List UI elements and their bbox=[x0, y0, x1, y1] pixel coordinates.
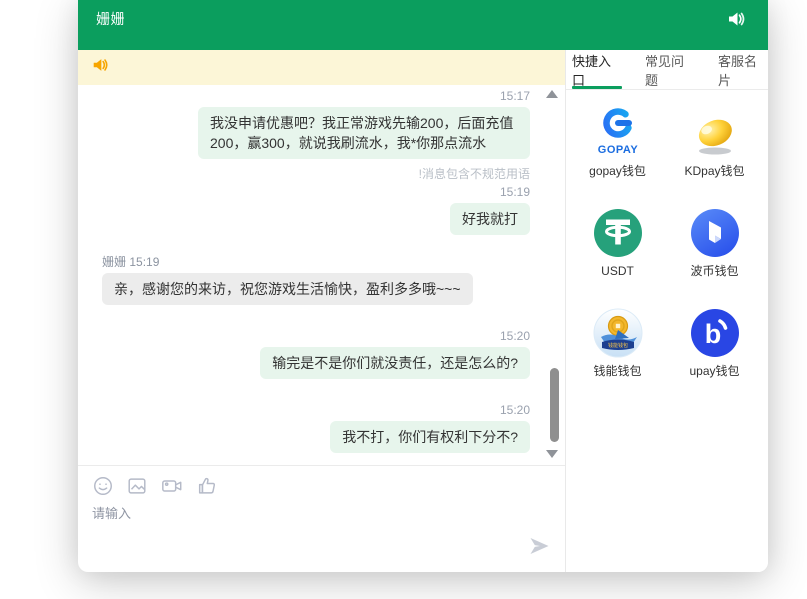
tab-faq[interactable]: 常见问题 bbox=[645, 50, 695, 89]
chat-header: 姗姗 bbox=[78, 0, 768, 50]
wallet-label: gopay钱包 bbox=[589, 164, 646, 178]
tab-quick-entry[interactable]: 快捷入口 bbox=[572, 50, 622, 89]
send-icon[interactable] bbox=[527, 535, 551, 562]
outgoing-message-bubble: 我没申请优惠吧？我正常游戏先输200，后面充值200，赢300，就说我刷流水，我… bbox=[198, 107, 530, 159]
message-row: 亲，感谢您的来访，祝您游戏生活愉快，盈利多多哦~~~ bbox=[102, 269, 530, 305]
scrollbar-thumb[interactable] bbox=[550, 368, 559, 442]
scroll-down-icon[interactable] bbox=[546, 450, 558, 458]
wallet-upay[interactable]: b upay钱包 bbox=[666, 304, 763, 398]
message-timestamp: 15:20 bbox=[102, 329, 530, 343]
page: 姗姗 bbox=[0, 0, 807, 599]
wallet-bobi[interactable]: 波币钱包 bbox=[666, 204, 763, 298]
composer-toolbar bbox=[92, 475, 551, 497]
gopay-logo-icon: GOPAY bbox=[589, 106, 647, 160]
message-list: 15:17 我没申请优惠吧？我正常游戏先输200，后面充值200，赢300，就说… bbox=[78, 85, 565, 465]
chat-widget: 姗姗 bbox=[78, 0, 768, 572]
outgoing-message-bubble: 好我就打 bbox=[450, 203, 530, 235]
incoming-message-bubble: 亲，感谢您的来访，祝您游戏生活愉快，盈利多多哦~~~ bbox=[102, 273, 473, 305]
gold-bean-icon bbox=[689, 106, 741, 160]
sound-toggle-icon[interactable] bbox=[726, 9, 746, 29]
wallet-grid: GOPAY gopay钱包 bbox=[566, 90, 768, 398]
active-tab-indicator bbox=[572, 86, 622, 89]
message-row: 我没申请优惠吧？我正常游戏先输200，后面充值200，赢300，就说我刷流水，我… bbox=[102, 103, 530, 159]
svg-text:b: b bbox=[704, 319, 721, 349]
tether-icon bbox=[593, 206, 643, 260]
message-timestamp: 15:20 bbox=[102, 403, 530, 417]
shortcut-panel: 快捷入口 常见问题 客服名片 bbox=[565, 50, 768, 572]
message-row: 输完是不是你们就没责任，还是怎么的? bbox=[102, 343, 530, 379]
message-timestamp: 15:17 bbox=[102, 89, 530, 103]
thumbs-up-icon[interactable] bbox=[196, 475, 218, 497]
main-split: 15:17 我没申请优惠吧？我正常游戏先输200，后面充值200，赢300，就说… bbox=[78, 50, 768, 572]
message-input[interactable] bbox=[92, 503, 512, 555]
announcement-speaker-icon bbox=[91, 56, 109, 79]
upay-b-icon: b bbox=[690, 306, 740, 360]
agent-name-title: 姗姗 bbox=[96, 9, 125, 29]
message-row: 我不打，你们有权利下分不? bbox=[102, 417, 530, 453]
sender-time: 15:19 bbox=[129, 255, 159, 269]
wallet-label: 钱能钱包 bbox=[593, 364, 641, 378]
image-icon[interactable] bbox=[126, 475, 148, 497]
conversation-column: 15:17 我没申请优惠吧？我正常游戏先输200，后面充值200，赢300，就说… bbox=[78, 50, 565, 572]
wallet-label: USDT bbox=[601, 264, 634, 278]
tab-label: 快捷入口 bbox=[572, 51, 622, 89]
qianneng-coin-icon: 钱能钱包 bbox=[593, 306, 643, 360]
bobi-fold-icon bbox=[690, 206, 740, 260]
tab-agent-card[interactable]: 客服名片 bbox=[718, 50, 768, 89]
announcement-bar bbox=[78, 50, 565, 85]
wallet-usdt[interactable]: USDT bbox=[569, 204, 666, 298]
wallet-label: KDpay钱包 bbox=[684, 164, 744, 178]
wallet-label: upay钱包 bbox=[689, 364, 739, 378]
wallet-label: 波币钱包 bbox=[690, 264, 738, 278]
scroll-up-icon[interactable] bbox=[546, 90, 558, 98]
tab-label: 常见问题 bbox=[645, 51, 695, 89]
svg-text:钱能钱包: 钱能钱包 bbox=[607, 342, 627, 349]
wallet-gopay[interactable]: GOPAY gopay钱包 bbox=[569, 104, 666, 198]
message-row: 好我就打 bbox=[102, 199, 530, 235]
wallet-kdpay[interactable]: KDpay钱包 bbox=[666, 104, 763, 198]
panel-tabbar: 快捷入口 常见问题 客服名片 bbox=[566, 50, 768, 90]
tab-label: 客服名片 bbox=[718, 51, 768, 89]
video-icon[interactable] bbox=[160, 475, 184, 497]
svg-text:GOPAY: GOPAY bbox=[597, 144, 638, 156]
message-timestamp: 15:19 bbox=[102, 185, 530, 199]
emoji-icon[interactable] bbox=[92, 475, 114, 497]
sender-name: 姗姗 bbox=[102, 255, 126, 269]
outgoing-message-bubble: 输完是不是你们就没责任，还是怎么的? bbox=[260, 347, 530, 379]
wallet-qianneng[interactable]: 钱能钱包 钱能钱包 bbox=[569, 304, 666, 398]
message-warning-hint: !消息包含不规范用语 bbox=[102, 167, 530, 181]
composer bbox=[78, 465, 565, 572]
sender-line: 姗姗 15:19 bbox=[102, 255, 530, 269]
outgoing-message-bubble: 我不打，你们有权利下分不? bbox=[330, 421, 530, 453]
